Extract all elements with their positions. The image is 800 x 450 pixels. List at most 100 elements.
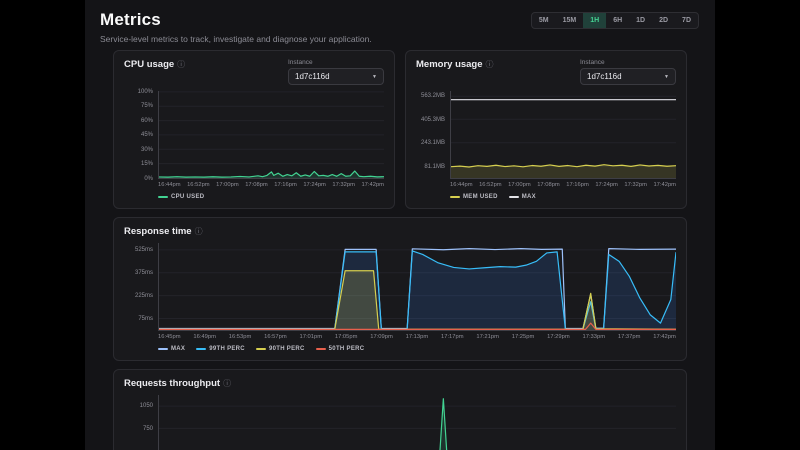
x-tick-label: 17:24pm [595, 182, 618, 188]
requests-plot-area[interactable] [158, 395, 676, 450]
cpu-plot-area[interactable] [158, 91, 384, 179]
legend-label: MEM USED [463, 194, 498, 200]
cpu-x-axis: 16:44pm16:52pm17:00pm17:08pm17:16pm17:24… [158, 179, 384, 188]
y-tick-label: 100% [138, 89, 153, 95]
x-tick-label: 17:08pm [537, 182, 560, 188]
info-icon[interactable]: ⓘ [223, 378, 231, 389]
requests-card-title-text: Requests throughput [124, 378, 220, 389]
x-tick-label: 16:52pm [187, 182, 210, 188]
legend-item: 99TH PERC [196, 346, 245, 352]
cpu-y-axis: 100%75%60%45%30%15%0% [124, 91, 158, 179]
instance-select[interactable]: 1d7c116d ▼ [288, 68, 384, 85]
response-y-axis: 525ms375ms225ms75ms [124, 243, 158, 331]
y-tick-label: 75% [141, 103, 153, 109]
x-tick-label: 17:08pm [245, 182, 268, 188]
y-tick-label: 75ms [138, 316, 153, 322]
x-tick-label: 17:16pm [274, 182, 297, 188]
x-tick-label: 17:09pm [370, 334, 393, 340]
x-tick-label: 16:49pm [193, 334, 216, 340]
time-range-5m-button[interactable]: 5M [532, 13, 556, 28]
info-icon[interactable]: ⓘ [177, 59, 185, 70]
legend-swatch-icon [316, 348, 326, 350]
time-range-7d-button[interactable]: 7D [675, 13, 698, 28]
legend-item: 90TH PERC [256, 346, 305, 352]
x-tick-label: 17:01pm [300, 334, 323, 340]
x-tick-label: 16:44pm [450, 182, 473, 188]
cpu-chart: 100%75%60%45%30%15%0% 16:44pm16:52pm17:0… [124, 91, 384, 200]
y-tick-label: 0% [144, 176, 153, 182]
time-range-15m-button[interactable]: 15M [556, 13, 584, 28]
legend-swatch-icon [158, 348, 168, 350]
y-tick-label: 563.2MB [421, 93, 445, 99]
info-icon[interactable]: ⓘ [486, 59, 494, 70]
cards-area: CPU usage ⓘ Instance 1d7c116d ▼ 100% 75% 6… [85, 48, 715, 450]
x-tick-label: 16:52pm [479, 182, 502, 188]
legend-item: CPU USED [158, 194, 204, 200]
cpu-instance-selector: Instance 1d7c116d ▼ [288, 59, 384, 85]
memory-plot-area[interactable] [450, 91, 676, 179]
y-tick-label: 81.1MB [424, 164, 445, 170]
legend-label: MAX [171, 346, 185, 352]
legend-label: MAX [522, 194, 536, 200]
x-tick-label: 16:45pm [158, 334, 181, 340]
instance-select[interactable]: 1d7c116d ▼ [580, 68, 676, 85]
page-subtitle: Service-level metrics to track, investig… [100, 34, 372, 44]
chevron-down-icon: ▼ [664, 74, 669, 80]
memory-instance-selector: Instance 1d7c116d ▼ [580, 59, 676, 85]
page-header-text: Metrics Service-level metrics to track, … [100, 10, 372, 44]
time-range-selector: 5M15M1H6H1D2D7D [531, 12, 699, 29]
requests-card-header: Requests throughput ⓘ [124, 378, 676, 389]
info-icon[interactable]: ⓘ [195, 226, 203, 237]
y-tick-label: 243.1MB [421, 140, 445, 146]
response-plot-area[interactable] [158, 243, 676, 331]
response-card-header: Response time ⓘ [124, 226, 676, 237]
top-cards-row: CPU usage ⓘ Instance 1d7c116d ▼ 100% 75% 6… [113, 50, 687, 209]
memory-card-header: Memory usage ⓘ Instance 1d7c116d ▼ [416, 59, 676, 85]
memory-card-title-text: Memory usage [416, 59, 483, 70]
page-header: Metrics Service-level metrics to track, … [85, 0, 715, 48]
x-tick-label: 16:57pm [264, 334, 287, 340]
legend-swatch-icon [158, 196, 168, 198]
x-tick-label: 17:24pm [303, 182, 326, 188]
instance-value: 1d7c116d [295, 72, 330, 81]
y-tick-label: 225ms [135, 293, 153, 299]
memory-legend: MEM USED MAX [450, 194, 676, 200]
legend-label: 50TH PERC [329, 346, 365, 352]
response-time-chart: 525ms375ms225ms75ms 16:45pm16:49pm16:53p… [124, 243, 676, 352]
time-range-1h-button[interactable]: 1H [583, 13, 606, 28]
instance-label: Instance [580, 59, 676, 66]
memory-card-title: Memory usage ⓘ [416, 59, 494, 70]
legend-swatch-icon [256, 348, 266, 350]
y-tick-label: 60% [141, 118, 153, 124]
memory-x-axis: 16:44pm 16:52pm 17:00pm 17:08pm 17:16pm 17:24… [450, 179, 676, 188]
memory-chart: 563.2MB 405.3MB 243.1MB 81.1MB 16:44pm 16:52… [416, 91, 676, 200]
legend-item: MAX [509, 194, 536, 200]
x-tick-label: 17:16pm [566, 182, 589, 188]
x-tick-label: 17:17pm [441, 334, 464, 340]
time-range-1d-button[interactable]: 1D [629, 13, 652, 28]
cpu-legend: CPU USED [158, 194, 384, 200]
y-tick-label: 525ms [135, 247, 153, 253]
legend-label: 90TH PERC [269, 346, 305, 352]
x-tick-label: 17:32pm [624, 182, 647, 188]
x-tick-label: 17:25pm [512, 334, 535, 340]
x-tick-label: 17:29pm [547, 334, 570, 340]
y-tick-label: 750 [143, 426, 153, 432]
cpu-card-title: CPU usage ⓘ [124, 59, 185, 70]
x-tick-label: 17:00pm [508, 182, 531, 188]
cpu-card-header: CPU usage ⓘ Instance 1d7c116d ▼ [124, 59, 384, 85]
memory-y-axis: 563.2MB 405.3MB 243.1MB 81.1MB [416, 91, 450, 179]
page-title: Metrics [100, 10, 372, 30]
time-range-2d-button[interactable]: 2D [652, 13, 675, 28]
response-legend: MAX 99TH PERC 90TH PERC 50TH PERC [158, 346, 676, 352]
x-tick-label: 17:13pm [406, 334, 429, 340]
time-range-6h-button[interactable]: 6H [606, 13, 629, 28]
y-tick-label: 405.3MB [421, 117, 445, 123]
requests-throughput-chart: 1050750 [124, 395, 676, 450]
legend-swatch-icon [509, 196, 519, 198]
y-tick-label: 45% [141, 132, 153, 138]
y-tick-label: 15% [141, 161, 153, 167]
cpu-usage-card: CPU usage ⓘ Instance 1d7c116d ▼ 100% 75% 6… [113, 50, 395, 209]
response-card-title-text: Response time [124, 226, 192, 237]
metrics-page: Metrics Service-level metrics to track, … [85, 0, 715, 450]
